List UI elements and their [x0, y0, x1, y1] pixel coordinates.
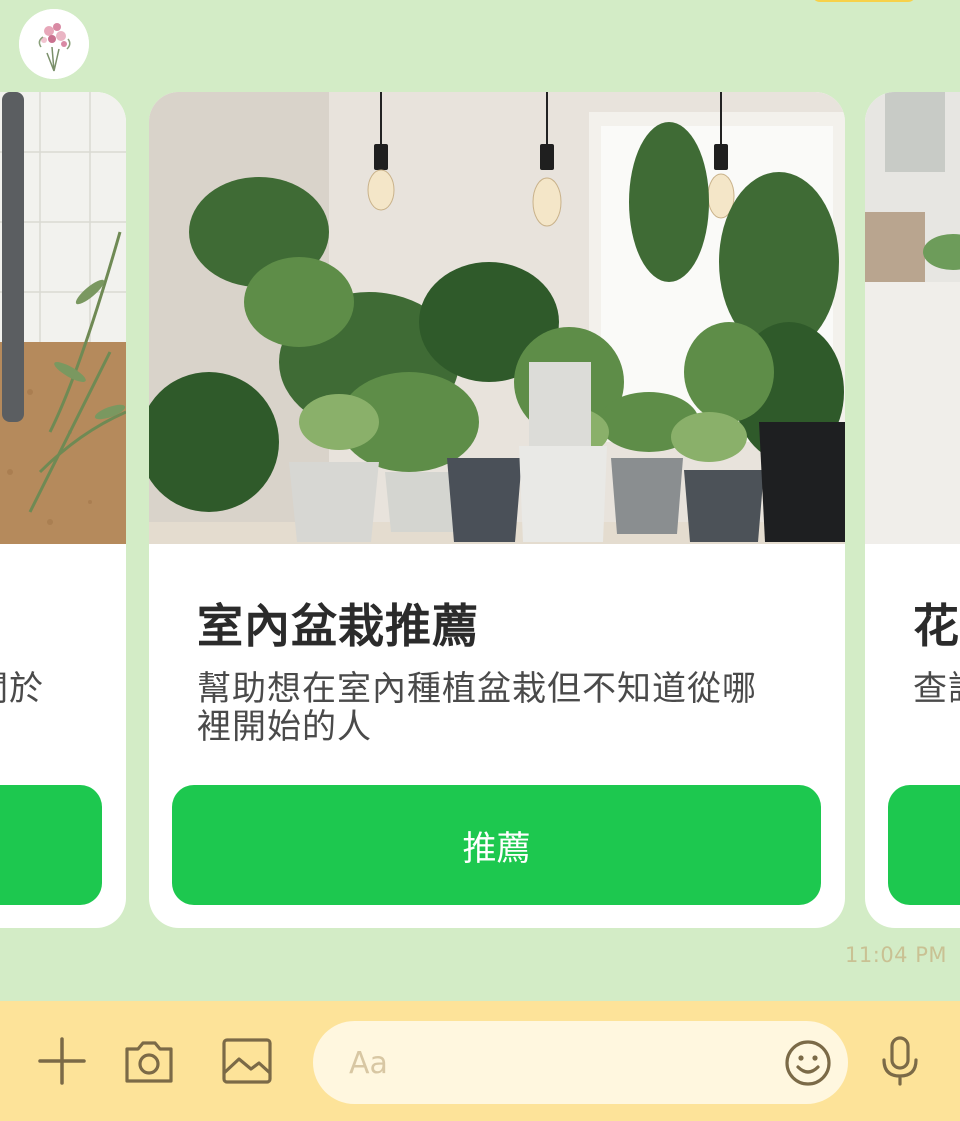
- prev-card-action-button[interactable]: [0, 785, 102, 905]
- message-carousel[interactable]: 關於: [0, 92, 960, 930]
- card-description: 關於: [0, 669, 44, 709]
- carousel-card-previous[interactable]: 關於: [0, 92, 126, 928]
- card-image-indoor-plants: [149, 92, 845, 544]
- card-description: 查詢: [913, 669, 960, 709]
- recommend-button[interactable]: 推薦: [172, 785, 821, 905]
- card-image-desk-plants: [0, 92, 126, 544]
- card-title: 花: [913, 599, 960, 653]
- card-image-flowers: [865, 92, 960, 544]
- card-description: 幫助想在室內種植盆栽但不知道從哪裡開始的人: [197, 669, 757, 747]
- card-title: 室內盆栽推薦: [197, 599, 479, 653]
- message-text-input[interactable]: [347, 1021, 751, 1106]
- carousel-card-indoor-plants[interactable]: 室內盆栽推薦 幫助想在室內種植盆栽但不知道從哪裡開始的人 推薦: [149, 92, 845, 928]
- next-card-action-button[interactable]: [888, 785, 960, 905]
- carousel-card-next[interactable]: 花 查詢: [865, 92, 960, 928]
- plus-icon[interactable]: [34, 1033, 90, 1089]
- message-timestamp: 11:04 PM: [845, 943, 947, 967]
- notification-badge: [812, 0, 916, 2]
- image-icon[interactable]: [219, 1033, 275, 1089]
- sender-avatar[interactable]: [19, 9, 89, 79]
- message-input-bar: [0, 1001, 960, 1121]
- camera-icon[interactable]: [121, 1033, 177, 1089]
- message-input-field[interactable]: [313, 1021, 848, 1106]
- microphone-icon[interactable]: [872, 1033, 928, 1089]
- emoji-icon[interactable]: [780, 1035, 836, 1091]
